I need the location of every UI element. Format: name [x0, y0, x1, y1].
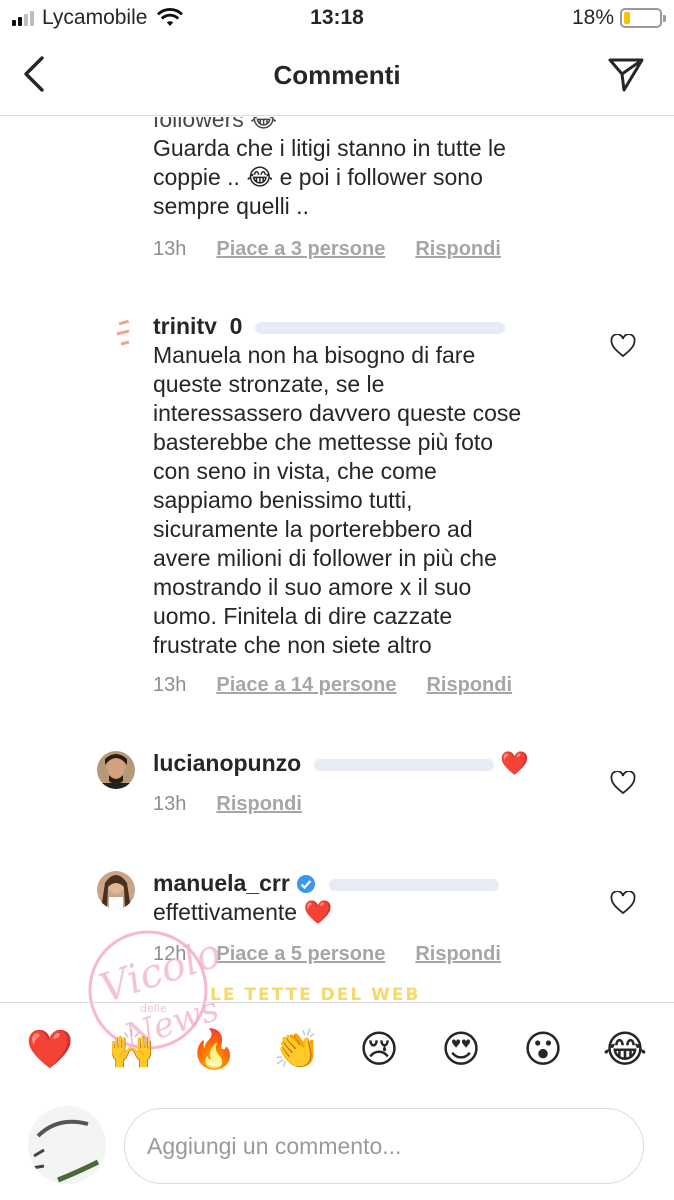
battery-percent: 18%	[571, 6, 614, 29]
likes-link[interactable]: Piace a 3 persone	[216, 238, 385, 261]
comment-item: trinity_0 Manuela non ha bisogno di fare…	[0, 312, 674, 712]
like-heart-icon[interactable]	[610, 891, 636, 915]
comment-time: 13h	[153, 674, 187, 696]
comment-composer	[0, 1094, 674, 1200]
page-title: Commenti	[273, 60, 401, 90]
comment-meta: 12h Piace a 5 persone Rispondi	[153, 943, 501, 966]
comment-meta: 13h Piace a 14 persone Rispondi	[153, 674, 512, 697]
paper-plane-icon[interactable]	[606, 54, 646, 94]
comment-meta: 13h Piace a 3 persone Rispondi	[153, 238, 501, 261]
emoji-raised-hands[interactable]: 🙌	[108, 1027, 155, 1073]
comment-username[interactable]: manuela_crr	[153, 870, 290, 896]
avatar[interactable]	[97, 871, 135, 909]
emoji-crying[interactable]: 😢	[356, 1027, 402, 1073]
quick-reaction-bar: ❤️ 🙌 🔥 👏 😢 😍 😮 😂	[0, 1002, 674, 1094]
emoji-fire[interactable]: 🔥	[190, 1027, 237, 1073]
reply-link[interactable]: Rispondi	[415, 238, 501, 261]
reply-link[interactable]: Rispondi	[216, 793, 302, 816]
comment-text: manuela_crr effettivamente ❤️	[153, 869, 583, 927]
my-avatar	[28, 1106, 106, 1184]
comment-username[interactable]: lucianopunzo	[153, 750, 301, 776]
like-heart-icon[interactable]	[610, 771, 636, 795]
comment-emoji: ❤️	[500, 750, 529, 776]
comments-list[interactable]: followers 😂 Guarda che i litigi stanno i…	[0, 117, 674, 1002]
like-heart-icon[interactable]	[610, 334, 636, 358]
mention-redacted	[328, 878, 499, 891]
emoji-clapping[interactable]: 👏	[273, 1027, 320, 1073]
emoji-surprised[interactable]: 😮	[520, 1027, 566, 1073]
mention-redacted	[313, 758, 494, 771]
likes-link[interactable]: Piace a 14 persone	[216, 674, 396, 697]
mention-redacted	[254, 321, 505, 334]
comment-text: followers 😂 Guarda che i litigi stanno i…	[153, 117, 506, 219]
comment-text: lucianopunzo ❤️	[153, 749, 583, 778]
reply-link[interactable]: Rispondi	[426, 674, 512, 697]
battery-icon	[620, 8, 666, 28]
comment-text: trinity_0 Manuela non ha bisogno di fare…	[153, 313, 522, 658]
comment-input[interactable]	[124, 1108, 644, 1184]
emoji-heart-eyes[interactable]: 😍	[438, 1027, 484, 1073]
verified-badge-icon	[297, 875, 316, 893]
comment-time: 13h	[153, 793, 187, 815]
status-right: 18%	[571, 6, 666, 30]
status-bar: Lycamobile 13:18 18%	[0, 0, 674, 40]
comment-time: 13h	[153, 238, 187, 260]
header: Commenti	[0, 40, 674, 116]
comment-item: manuela_crr effettivamente ❤️ 12h Piace …	[0, 867, 674, 997]
comment-body: effettivamente ❤️	[153, 899, 333, 925]
comment-item: lucianopunzo ❤️ 13h Rispondi	[0, 747, 674, 837]
reply-link[interactable]: Rispondi	[415, 943, 501, 966]
emoji-red-heart[interactable]: ❤️	[26, 1027, 73, 1073]
emoji-tears-of-joy[interactable]: 😂	[602, 1027, 648, 1073]
avatar[interactable]	[97, 751, 135, 789]
comment-meta: 13h Rispondi	[153, 793, 302, 816]
likes-link[interactable]: Piace a 5 persone	[216, 943, 385, 966]
comment-time: 12h	[153, 943, 187, 965]
comment-item: followers 😂 Guarda che i litigi stanno i…	[0, 117, 674, 267]
avatar[interactable]	[97, 316, 135, 354]
comment-username[interactable]: trinity_0	[153, 313, 242, 334]
